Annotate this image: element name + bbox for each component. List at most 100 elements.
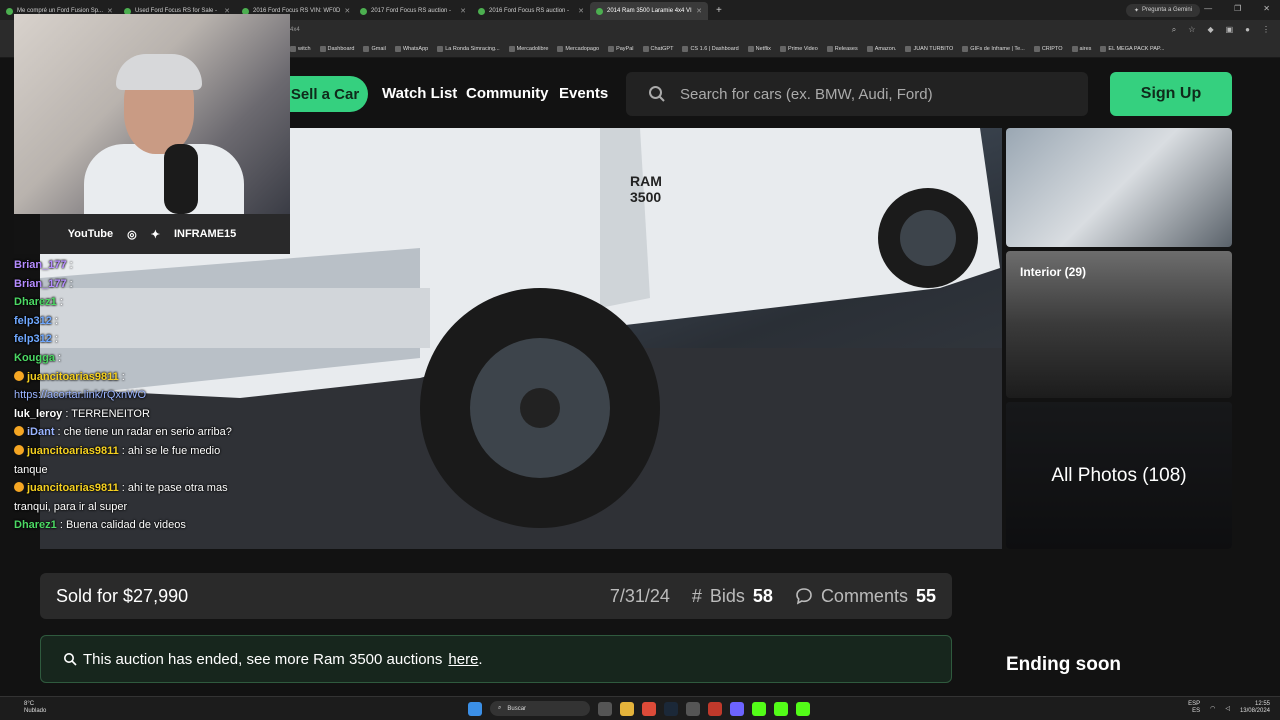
- bookmark-item[interactable]: Releases: [826, 46, 858, 52]
- microphone: [164, 144, 198, 214]
- chrome-icon[interactable]: [642, 701, 656, 716]
- wifi-icon[interactable]: ◠: [1210, 705, 1215, 712]
- bookmark-label: witch: [298, 46, 311, 52]
- bookmark-item[interactable]: Amazon.: [866, 46, 896, 52]
- bookmark-item[interactable]: CRIPTO: [1033, 46, 1063, 52]
- bookmark-item[interactable]: witch: [290, 46, 311, 52]
- weather-widget[interactable]: 8°C Nublado: [24, 701, 46, 715]
- chat-message: juancitoarias9811 : ahi se le fue medio …: [14, 444, 221, 476]
- tab-close-icon[interactable]: ✕: [696, 7, 702, 15]
- language-indicator[interactable]: ESP ES: [1188, 701, 1200, 715]
- tab-close-icon[interactable]: ✕: [460, 7, 466, 15]
- minimize-icon[interactable]: —: [1204, 4, 1212, 13]
- community-link[interactable]: Community: [466, 85, 549, 102]
- bookmark-item[interactable]: WhatsApp: [394, 46, 428, 52]
- tab-close-icon[interactable]: ✕: [344, 7, 350, 15]
- chat-username[interactable]: iDant: [27, 426, 55, 438]
- maximize-icon[interactable]: ❐: [1234, 4, 1241, 13]
- chat-username[interactable]: Brian_177: [14, 259, 67, 271]
- kick-icon[interactable]: [752, 701, 766, 716]
- thumbnail-exterior[interactable]: [1006, 128, 1232, 247]
- bookmark-label: Mercadolibre: [516, 46, 549, 52]
- chat-username[interactable]: felp312: [14, 333, 52, 345]
- chat-username[interactable]: Brian_177: [14, 278, 67, 290]
- bids-stat[interactable]: # Bids 58: [692, 586, 773, 607]
- bookmark-icon: [779, 46, 786, 52]
- browser-tab[interactable]: 2017 Ford Focus RS auction - ✕: [354, 2, 472, 20]
- volume-icon[interactable]: ◁: [1225, 705, 1230, 712]
- chat-username[interactable]: juancitoarias9811: [27, 445, 119, 457]
- kick-icon[interactable]: [774, 701, 788, 716]
- bookmark-label: JUAN TURBITO: [913, 46, 954, 52]
- discord-icon[interactable]: [730, 701, 744, 716]
- gemini-button[interactable]: ✦ Pregunta a Gemini: [1125, 3, 1200, 17]
- ending-soon-heading: Ending soon: [1006, 654, 1122, 675]
- close-icon[interactable]: ✕: [1263, 4, 1270, 13]
- new-tab-button[interactable]: +: [708, 5, 730, 16]
- search-icon: [64, 653, 77, 666]
- url-field[interactable]: 4x4: [290, 27, 300, 33]
- ended-text: This auction has ended, see more Ram 350…: [83, 650, 443, 668]
- browser-tab-active[interactable]: 2014 Ram 3500 Laramie 4x4 VI ✕: [590, 2, 708, 20]
- bookmark-item[interactable]: ChatGPT: [642, 46, 673, 52]
- bookmark-icon: [962, 46, 969, 52]
- chat-link[interactable]: https://acortar.link/rQxnWO: [14, 389, 146, 401]
- extension-icon[interactable]: ◆: [1207, 25, 1213, 35]
- bookmark-icon: [682, 46, 689, 52]
- weather-desc: Nublado: [24, 708, 47, 714]
- comment-icon: [796, 588, 812, 605]
- search-input[interactable]: Search for cars (ex. BMW, Audi, Ford): [626, 72, 1088, 116]
- bookmark-item[interactable]: Mercadolibre: [508, 46, 549, 52]
- bookmark-item[interactable]: EL MEGA PACK PAP...: [1100, 46, 1164, 52]
- chat-username[interactable]: luk_leroy: [14, 408, 62, 420]
- chat-username[interactable]: juancitoarias9811: [27, 482, 119, 494]
- tab-close-icon[interactable]: ✕: [578, 7, 584, 15]
- steam-icon[interactable]: [664, 701, 678, 716]
- bookmark-item[interactable]: Gmail: [363, 46, 386, 52]
- bookmark-item[interactable]: CS 1.6 | Dashboard: [682, 46, 739, 52]
- zoom-icon[interactable]: ⌕: [1172, 25, 1176, 35]
- bookmark-icon: [747, 46, 754, 52]
- more-auctions-link[interactable]: here: [448, 651, 478, 668]
- puzzle-icon[interactable]: ▣: [1226, 25, 1234, 35]
- bookmark-item[interactable]: aires: [1071, 46, 1091, 52]
- thumbnail-interior[interactable]: Interior (29): [1006, 251, 1232, 398]
- chat-username[interactable]: Dharez1: [14, 296, 57, 308]
- bookmark-icon: [826, 46, 833, 52]
- chat-text: che tiene un radar en serio arriba?: [63, 426, 232, 439]
- sign-up-button[interactable]: Sign Up: [1110, 72, 1232, 116]
- chat-message: iDant : che tiene un radar en serio arri…: [14, 423, 244, 442]
- kick-icon[interactable]: [796, 701, 810, 716]
- bookmark-item[interactable]: Prime Video: [779, 46, 818, 52]
- chat-username[interactable]: Dharez1: [14, 519, 57, 531]
- chat-username[interactable]: felp312: [14, 315, 52, 327]
- taskbar-search[interactable]: ⌕ Buscar: [490, 701, 590, 716]
- watch-list-link[interactable]: Watch List: [382, 85, 457, 102]
- chat-badge-icon: [14, 370, 24, 381]
- comments-stat[interactable]: Comments 55: [795, 586, 936, 607]
- app-icon[interactable]: [708, 701, 722, 716]
- menu-icon[interactable]: ⋮: [1262, 25, 1270, 35]
- star-icon[interactable]: ☆: [1188, 25, 1195, 35]
- bookmark-item[interactable]: Mercadopago: [557, 46, 599, 52]
- windows-start-icon[interactable]: [468, 701, 482, 716]
- profile-icon[interactable]: ●: [1245, 25, 1250, 35]
- browser-tab[interactable]: 2016 Ford Focus RS auction - ✕: [472, 2, 590, 20]
- thumbnail-all-photos[interactable]: All Photos (108): [1006, 402, 1232, 549]
- chat-username[interactable]: juancitoarias9811: [27, 371, 119, 383]
- ended-period: .: [478, 650, 483, 668]
- bookmark-item[interactable]: PayPal: [608, 46, 634, 52]
- bookmark-item[interactable]: JUAN TURBITO: [905, 46, 953, 52]
- chat-username[interactable]: Kougga: [14, 352, 55, 364]
- bookmark-item[interactable]: Netflix: [747, 46, 771, 52]
- bookmark-item[interactable]: Dashboard: [319, 46, 354, 52]
- events-link[interactable]: Events: [559, 85, 608, 102]
- task-view-icon[interactable]: [598, 701, 612, 716]
- bookmark-item[interactable]: La Ronda Simracing...: [437, 46, 500, 52]
- bookmark-item[interactable]: GIFs de Inframe | Te...: [962, 46, 1025, 52]
- bookmark-icon: [557, 46, 564, 52]
- app-icon[interactable]: [686, 701, 700, 716]
- file-explorer-icon[interactable]: [620, 701, 634, 716]
- sell-a-car-button[interactable]: Sell a Car: [282, 76, 368, 112]
- clock[interactable]: 12:55 13/08/2024: [1240, 701, 1270, 715]
